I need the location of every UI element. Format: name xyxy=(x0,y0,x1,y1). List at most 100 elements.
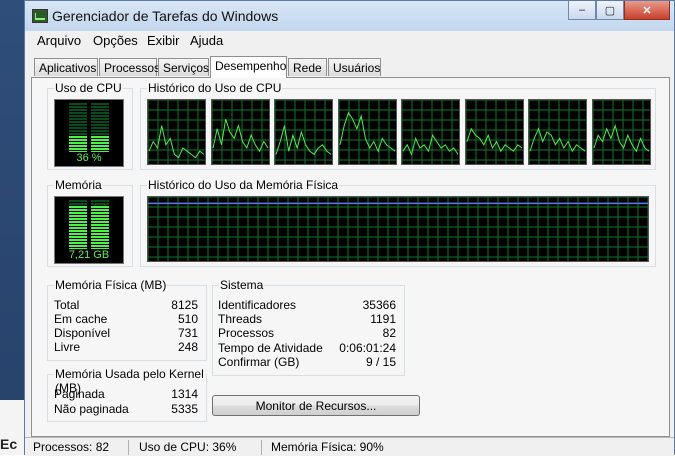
menu-arquivo[interactable]: Arquivo xyxy=(37,33,81,48)
cpu-gauge-segment xyxy=(91,130,109,132)
physical-memory-title: Memória Física (MB) xyxy=(54,278,168,292)
cpu-usage-label: Uso de CPU xyxy=(54,81,123,95)
stat-label: Confirmar (GB) xyxy=(218,355,300,369)
menu-exibir[interactable]: Exibir xyxy=(147,33,180,48)
memory-gauge-segment xyxy=(69,227,87,229)
status-separator xyxy=(261,440,262,455)
tab-rede[interactable]: Rede xyxy=(288,58,327,76)
cpu-gauge-segment xyxy=(69,130,87,132)
cpu-gauge-segment xyxy=(69,127,87,129)
maximize-button[interactable]: ▢ xyxy=(596,1,624,20)
cpu-core-graph xyxy=(464,99,524,165)
cpu-gauge-segment xyxy=(69,148,87,150)
window-controls: – ▢ ✕ xyxy=(568,1,670,21)
memory-gauge-segment xyxy=(91,221,109,223)
cpu-core-plot xyxy=(147,99,205,164)
cpu-core-plot xyxy=(401,99,459,164)
stat-value: 1314 xyxy=(171,387,198,401)
stat-label: Processos xyxy=(218,326,275,340)
cpu-gauge-segment xyxy=(69,139,87,141)
cpu-gauge-segment xyxy=(91,133,109,135)
stat-value: 5335 xyxy=(171,402,198,416)
memory-gauge-segment xyxy=(69,239,87,241)
cpu-usage-group: Uso de CPU 36 % xyxy=(47,81,133,170)
task-manager-window: Gerenciador de Tarefas do Windows – ▢ ✕ … xyxy=(24,0,675,456)
cpu-gauge-segment xyxy=(69,112,87,114)
task-manager-icon xyxy=(32,9,48,23)
memory-gauge-segment xyxy=(69,218,87,220)
memory-gauge-segment xyxy=(91,209,109,211)
cpu-gauge-segment xyxy=(91,106,109,108)
title-bar[interactable]: Gerenciador de Tarefas do Windows – ▢ ✕ xyxy=(25,1,674,31)
stat-value: 0:06:01:24 xyxy=(339,341,396,355)
tab-processos[interactable]: Processos xyxy=(99,58,160,76)
cpu-gauge-segment xyxy=(69,109,87,111)
status-memory: Memória Física: 90% xyxy=(271,440,384,454)
cpu-gauge-segment xyxy=(91,142,109,144)
cpu-gauge-segment xyxy=(91,121,109,123)
stat-label: Em cache xyxy=(54,312,108,326)
system-group: Sistema Identificadores 35366 Threads 11… xyxy=(212,278,405,376)
cpu-core-plot xyxy=(338,99,396,164)
tab-desempenho[interactable]: Desempenho xyxy=(210,56,287,78)
cpu-gauge-segment xyxy=(69,118,87,120)
menu-opcoes[interactable]: Opções xyxy=(93,33,138,48)
memory-gauge-segment xyxy=(69,230,87,232)
minimize-button[interactable]: – xyxy=(568,1,596,20)
cpu-core-plot xyxy=(528,99,586,164)
cpu-usage-gauge: 36 % xyxy=(54,99,124,167)
memory-gauge-segment xyxy=(91,206,109,208)
stat-value: 731 xyxy=(177,326,198,340)
memory-gauge-segment xyxy=(69,245,87,247)
cpu-core-plot xyxy=(465,99,523,164)
tab-aplicativos[interactable]: Aplicativos xyxy=(34,58,98,76)
cpu-gauge-segment xyxy=(69,103,87,105)
memory-history-group: Histórico do Uso da Memória Física xyxy=(140,178,656,267)
memory-label: Memória xyxy=(54,178,103,192)
cpu-gauge-segment xyxy=(91,118,109,120)
cpu-history-group: Histórico do Uso de CPU xyxy=(140,81,656,170)
cpu-core-plot xyxy=(592,99,650,164)
status-separator xyxy=(128,440,129,455)
cpu-core-series xyxy=(402,133,459,156)
performance-panel: Uso de CPU 36 % Histórico do Uso de CPU … xyxy=(31,77,670,437)
cpu-core-graph xyxy=(274,99,333,165)
cpu-gauge-segment xyxy=(91,115,109,117)
cpu-gauge-segment xyxy=(91,127,109,129)
cpu-core-plot xyxy=(274,99,332,164)
memory-gauge-segment xyxy=(69,212,87,214)
memory-gauge-bars xyxy=(69,200,109,249)
content-area: Aplicativos Processos Serviços Desempenh… xyxy=(25,51,674,437)
cpu-gauge-segment xyxy=(69,133,87,135)
cpu-gauge-segment xyxy=(91,139,109,141)
memory-gauge-segment xyxy=(91,230,109,232)
memory-gauge-segment xyxy=(69,203,87,205)
memory-gauge-segment xyxy=(91,212,109,214)
cpu-gauge-segment xyxy=(91,145,109,147)
resource-monitor-button[interactable]: Monitor de Recursos... xyxy=(212,395,420,416)
cpu-core-graph xyxy=(147,99,206,165)
memory-gauge-segment xyxy=(69,215,87,217)
stat-label: Livre xyxy=(54,340,81,354)
cpu-gauge-segment xyxy=(69,124,87,126)
memory-gauge-segment xyxy=(69,236,87,238)
menu-bar: Arquivo Opções Exibir Ajuda xyxy=(25,31,674,51)
cpu-gauge-segment xyxy=(91,136,109,138)
status-bar: Processos: 82 Uso de CPU: 36% Memória Fí… xyxy=(25,437,674,456)
stat-label: Threads xyxy=(218,312,263,326)
memory-history-graph xyxy=(147,196,649,262)
menu-ajuda[interactable]: Ajuda xyxy=(190,33,223,48)
tab-servicos[interactable]: Serviços xyxy=(158,58,209,76)
close-button[interactable]: ✕ xyxy=(624,1,670,20)
memory-history-label: Histórico do Uso da Memória Física xyxy=(147,178,340,192)
system-title: Sistema xyxy=(219,278,265,292)
status-cpu: Uso de CPU: 36% xyxy=(139,440,237,454)
tab-usuarios[interactable]: Usuários xyxy=(328,58,381,76)
cpu-gauge-segment xyxy=(69,115,87,117)
memory-gauge-segment xyxy=(69,233,87,235)
cpu-core-graph xyxy=(528,99,587,165)
stat-value: 9 / 15 xyxy=(365,355,396,369)
stat-value: 35366 xyxy=(362,298,396,312)
cpu-history-label: Histórico do Uso de CPU xyxy=(147,81,283,95)
memory-gauge-segment xyxy=(91,242,109,244)
